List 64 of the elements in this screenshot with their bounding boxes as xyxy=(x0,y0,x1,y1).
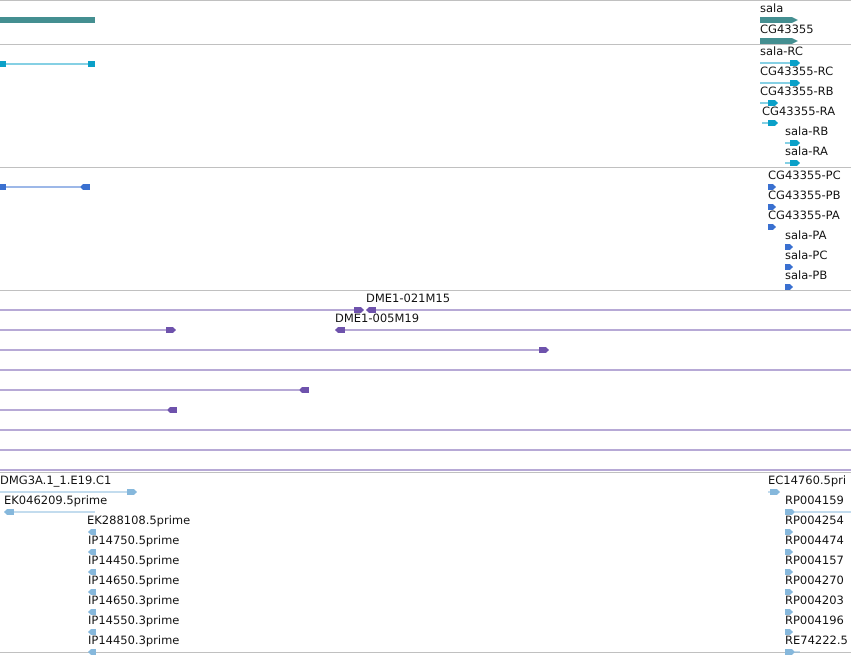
feature-label: CG43355-RA xyxy=(762,105,836,118)
est-glyph xyxy=(88,649,96,655)
protein-glyph xyxy=(784,244,794,250)
feature-label: IP14450.3prime xyxy=(88,634,180,647)
feature-label: sala-PA xyxy=(785,229,826,242)
feature-label: CG43355-RB xyxy=(760,85,834,98)
gene-bar xyxy=(760,17,798,23)
protein-glyph xyxy=(768,224,776,230)
protein-glyph xyxy=(768,184,776,190)
feature-label: DMG3A.1_1.E19.C1 xyxy=(0,474,112,487)
feature-label: EC14760.5pri xyxy=(768,474,846,487)
feature-label: CG43355 xyxy=(760,23,814,36)
feature-label: DME1-005M19 xyxy=(335,312,420,325)
protein-glyph xyxy=(784,284,794,290)
feature-label: RP004270 xyxy=(785,574,844,587)
est-glyph xyxy=(784,609,794,615)
protein-glyph xyxy=(784,264,794,270)
feature-label: IP14450.5prime xyxy=(88,554,180,567)
feature-label: CG43355-RC xyxy=(760,65,834,78)
feature-label: sala-RA xyxy=(785,145,828,158)
est-glyph xyxy=(88,529,96,535)
feature-label: RP004157 xyxy=(785,554,844,567)
feature-label: IP14650.5prime xyxy=(88,574,180,587)
feature-label: RE74222.5 xyxy=(785,634,848,647)
est-glyph xyxy=(88,629,96,635)
feature-label: EK288108.5prime xyxy=(87,514,190,527)
transcript-glyph xyxy=(762,120,778,126)
feature-label: RP004196 xyxy=(785,614,844,627)
feature-label: sala-RB xyxy=(785,125,828,138)
feature-label: IP14750.5prime xyxy=(88,534,180,547)
est-glyph xyxy=(784,649,800,655)
est-glyph xyxy=(88,569,96,575)
feature-label: sala-PC xyxy=(785,249,828,262)
feature-label: CG43355-PA xyxy=(768,209,840,222)
est-glyph xyxy=(784,529,794,535)
est-glyph xyxy=(784,569,794,575)
protein-glyph xyxy=(768,204,776,210)
feature-label: sala-RC xyxy=(760,45,803,58)
est-glyph xyxy=(88,589,96,595)
feature-label: sala xyxy=(760,2,784,15)
feature-label: sala-PB xyxy=(785,269,828,282)
gene-bar xyxy=(760,38,798,44)
transcript-glyph xyxy=(760,100,778,106)
est-glyph xyxy=(88,549,96,555)
est-glyph xyxy=(784,549,794,555)
feature-label: CG43355-PB xyxy=(768,189,840,202)
feature-label: RP004254 xyxy=(785,514,844,527)
est-glyph xyxy=(88,609,96,615)
feature-label: RP004159 xyxy=(785,494,844,507)
feature-label: EK046209.5prime xyxy=(4,494,108,507)
transcript-glyph xyxy=(784,160,800,166)
transcript-glyph xyxy=(784,140,800,146)
feature-label: IP14650.3prime xyxy=(88,594,180,607)
est-glyph xyxy=(784,629,794,635)
feature-label: IP14550.3prime xyxy=(88,614,180,627)
feature-label: RP004474 xyxy=(785,534,844,547)
est-glyph xyxy=(784,589,794,595)
est-glyph xyxy=(784,509,851,515)
feature-label: CG43355-PC xyxy=(768,169,841,182)
feature-label: RP004203 xyxy=(785,594,844,607)
est-glyph xyxy=(768,489,780,495)
feature-label: DME1-021M15 xyxy=(366,292,450,305)
transcript-glyph xyxy=(760,80,800,86)
transcript-glyph xyxy=(760,60,800,66)
